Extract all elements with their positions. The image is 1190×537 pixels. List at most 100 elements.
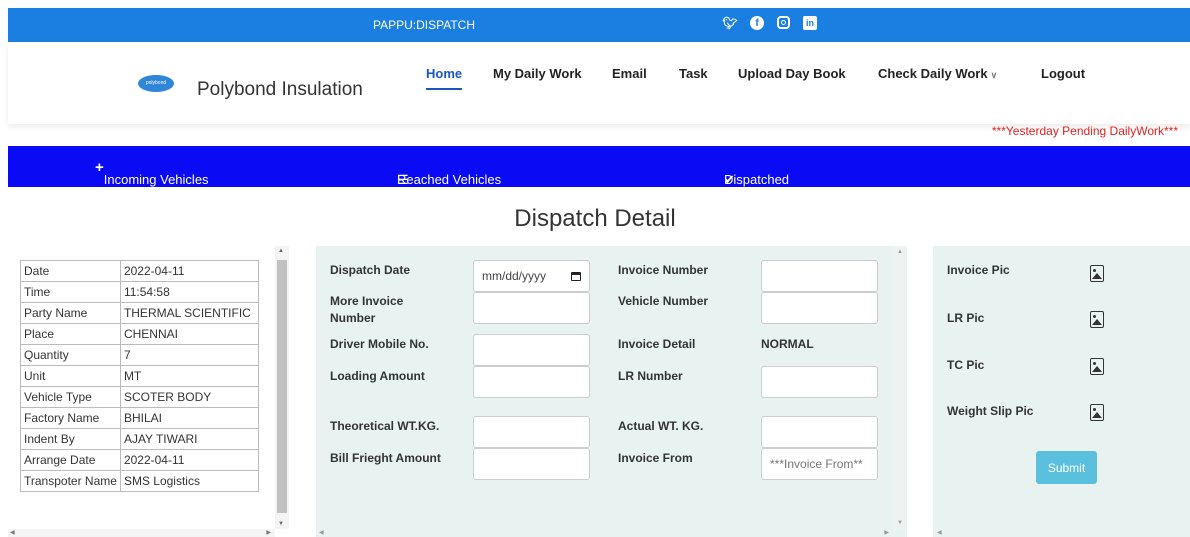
actual-wt-label: Actual WT. KG. [618,419,704,433]
info-value: THERMAL SCIENTIFIC [119,302,259,324]
nav-check-daily-work[interactable]: Check Daily Work ∨ [878,66,997,81]
bill-freight-label: Bill Frieght Amount [330,451,441,465]
scroll-left-icon[interactable]: ◀ [319,529,324,536]
scroll-down-icon[interactable]: ▼ [278,521,284,527]
table-row: Factory Name BHILAI [20,407,259,429]
lr-number-label: LR Number [618,369,683,383]
table-row: Date 2022-04-11 [20,260,259,282]
table-row: Transpoter Name SMS Logistics [20,470,259,492]
form-horizontal-scrollbar[interactable]: ◀ ▶ [316,529,893,537]
more-invoice-number-input[interactable] [473,292,590,324]
info-key: Arrange Date [20,449,121,471]
nav-check-daily-work-label: Check Daily Work [878,66,988,81]
scroll-left-icon[interactable]: ◀ [937,529,942,536]
info-key: Quantity [20,344,121,366]
driver-mobile-label: Driver Mobile No. [330,337,429,351]
info-key: Indent By [20,428,121,450]
scroll-left-icon[interactable]: ◀ [10,529,15,536]
info-key: Transpoter Name [20,470,121,492]
loading-amount-label: Loading Amount [330,369,425,383]
table-row: Place CHENNAI [20,323,259,345]
invoice-pic-label: Invoice Pic [947,263,1010,277]
plus-icon: + [95,159,104,176]
scroll-right-icon[interactable]: ▶ [266,529,271,536]
invoice-from-label: Invoice From [618,451,693,465]
form-vertical-scrollbar[interactable]: ▲ ▼ [893,246,907,529]
info-key: Vehicle Type [20,386,121,408]
submit-button[interactable]: Submit [1036,451,1097,484]
tc-pic-upload-icon[interactable] [1090,358,1104,375]
info-value: 2022-04-11 [119,260,259,282]
invoice-number-input[interactable] [761,260,878,292]
invoice-pic-upload-icon[interactable] [1090,265,1104,282]
dispatch-date-input[interactable]: mm/dd/yyyy [473,260,590,292]
invoice-number-label: Invoice Number [618,263,709,277]
table-row: Quantity 7 [20,344,259,366]
scroll-up-icon[interactable]: ▲ [278,248,284,254]
info-value: CHENNAI [119,323,259,345]
info-value: 11:54:58 [119,281,259,303]
vehicle-number-label: Vehicle Number [618,294,709,308]
table-row: Arrange Date 2022-04-11 [20,449,259,471]
tab-incoming-vehicles[interactable]: + Incoming Vehicles [95,159,209,187]
company-logo[interactable]: polybond [138,75,174,92]
nav-email[interactable]: Email [612,66,647,81]
info-value: 7 [119,344,259,366]
page-title: Dispatch Detail [514,205,676,232]
table-row: Indent By AJAY TIWARI [20,428,259,450]
dispatch-date-placeholder: mm/dd/yyyy [482,269,547,283]
more-invoice-label: More Invoice Number [330,293,403,327]
table-row: Time 11:54:58 [20,281,259,303]
invoice-from-input[interactable] [761,448,878,480]
nav-logout[interactable]: Logout [1041,66,1085,81]
table-row: Vehicle Type SCOTER BODY [20,386,259,408]
table-row: Unit MT [20,365,259,387]
nav-home[interactable]: Home [426,66,463,90]
theoretical-wt-input[interactable] [473,416,590,448]
calendar-icon[interactable] [571,271,581,281]
vertical-scrollbar[interactable]: ▲ ▼ [275,246,289,529]
nav-task[interactable]: Task [679,66,708,81]
chevron-down-icon: ∨ [990,70,998,80]
top-bar: PAPPU:DISPATCH 🐦︎ f in [8,8,1190,42]
weight-slip-pic-label: Weight Slip Pic [947,404,1034,418]
invoice-detail-label: Invoice Detail [618,337,696,351]
top-bar-title: PAPPU:DISPATCH [373,18,476,32]
info-key: Place [20,323,121,345]
weight-slip-pic-upload-icon[interactable] [1090,404,1104,421]
pending-daily-work-notice[interactable]: ***Yesterday Pending DailyWork*** [992,124,1178,138]
actual-wt-input[interactable] [761,416,878,448]
info-value: SCOTER BODY [119,386,259,408]
instagram-icon[interactable] [777,16,790,29]
info-key: Time [20,281,121,303]
info-value: SMS Logistics [119,470,259,492]
scroll-up-icon[interactable]: ▲ [897,249,903,255]
twitter-icon[interactable]: 🐦︎ [722,16,737,30]
lr-pic-label: LR Pic [947,311,985,325]
nav-my-daily-work[interactable]: My Daily Work [493,66,582,81]
invoice-detail-value: NORMAL [761,337,814,351]
bill-freight-input[interactable] [473,448,590,480]
tc-pic-label: TC Pic [947,358,985,372]
scrollbar-thumb[interactable] [277,260,287,513]
loading-amount-input[interactable] [473,366,590,398]
theoretical-wt-label: Theoretical WT.KG. [330,419,440,433]
scroll-right-icon[interactable]: ▶ [884,529,889,536]
lr-number-input[interactable] [761,366,878,398]
nav-upload-day-book[interactable]: Upload Day Book [738,66,846,81]
vehicle-number-input[interactable] [761,292,878,324]
vehicle-tabs: + Incoming Vehicles ☰ Reached Vehicles ✔︎… [8,146,1190,187]
driver-mobile-input[interactable] [473,334,590,366]
info-value: AJAY TIWARI [119,428,259,450]
dispatch-date-label: Dispatch Date [330,263,411,277]
horizontal-scrollbar[interactable]: ◀ ▶ [8,529,275,537]
vehicle-info-table: Date 2022-04-11 Time 11:54:58 Party Name THER… [20,260,259,492]
social-links: 🐦︎ f in [722,16,817,30]
linkedin-icon[interactable]: in [803,16,817,30]
facebook-icon[interactable]: f [750,16,764,30]
brand-name[interactable]: Polybond Insulation [197,79,363,101]
info-value: 2022-04-11 [119,449,259,471]
scroll-down-icon[interactable]: ▼ [897,520,903,526]
info-key: Factory Name [20,407,121,429]
lr-pic-upload-icon[interactable] [1090,311,1104,328]
